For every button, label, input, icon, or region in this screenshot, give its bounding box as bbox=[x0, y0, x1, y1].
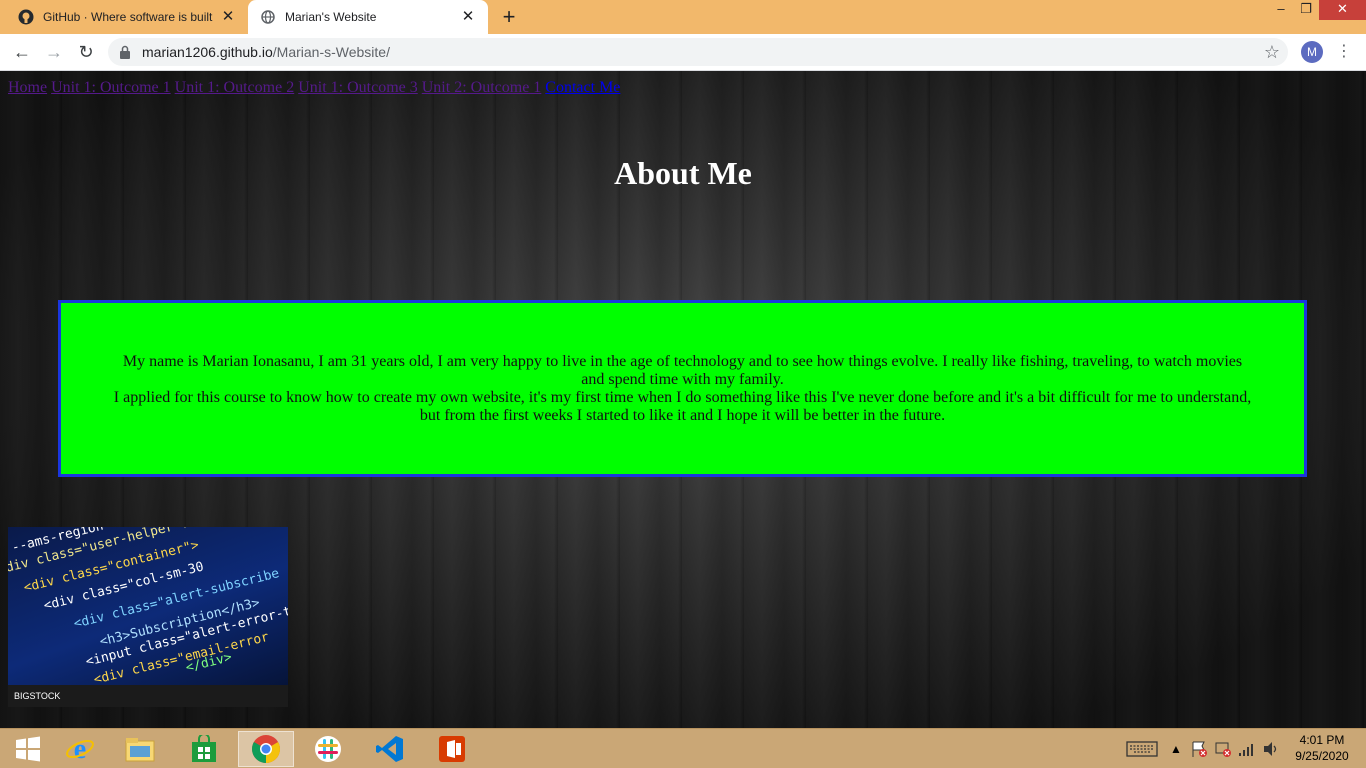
system-clock[interactable]: 4:01 PM 9/25/2020 bbox=[1284, 732, 1360, 764]
chrome-icon[interactable] bbox=[238, 731, 294, 767]
about-paragraph-1: My name is Marian Ionasanu, I am 31 year… bbox=[122, 352, 1243, 388]
github-icon bbox=[18, 9, 34, 25]
page-title: About Me bbox=[614, 155, 752, 191]
tab-github[interactable]: GitHub · Where software is built ✕ bbox=[8, 0, 246, 34]
clock-date: 9/25/2020 bbox=[1295, 749, 1349, 763]
keyboard-icon[interactable] bbox=[1126, 729, 1158, 768]
signal-icon[interactable] bbox=[1238, 729, 1256, 768]
svg-text:e: e bbox=[74, 734, 86, 764]
browser-menu-icon[interactable]: ⋮ bbox=[1336, 40, 1352, 64]
about-paragraph-2: I applied for this course to know how to… bbox=[113, 388, 1252, 424]
page-viewport: Home Unit 1: Outcome 1 Unit 1: Outcome 2… bbox=[0, 71, 1366, 728]
vscode-icon[interactable] bbox=[362, 731, 418, 767]
store-icon[interactable] bbox=[176, 731, 232, 767]
profile-avatar[interactable]: M bbox=[1301, 41, 1323, 63]
reload-button[interactable]: ↻ bbox=[74, 40, 98, 64]
close-window-button[interactable]: ✕ bbox=[1319, 0, 1366, 20]
tab-marians-website[interactable]: Marian's Website ✕ bbox=[248, 0, 488, 34]
about-text: My name is Marian Ionasanu, I am 31 year… bbox=[113, 353, 1253, 425]
browser-toolbar: ← → ↻ marian1206.github.io/Marian-s-Webs… bbox=[0, 34, 1366, 71]
clock-time: 4:01 PM bbox=[1299, 733, 1345, 747]
about-me-box: My name is Marian Ionasanu, I am 31 year… bbox=[58, 300, 1307, 477]
forward-button[interactable]: → bbox=[42, 40, 66, 64]
nav-link-unit1-outcome1[interactable]: Unit 1: Outcome 1 bbox=[51, 79, 171, 96]
lock-icon bbox=[120, 45, 130, 59]
windows-taskbar: e ▲ 4:01 PM 9/25/2020 bbox=[0, 728, 1366, 768]
network-status-icon[interactable] bbox=[1214, 729, 1232, 768]
close-tab-icon[interactable]: ✕ bbox=[220, 9, 236, 25]
close-tab-icon[interactable]: ✕ bbox=[460, 9, 476, 25]
internet-explorer-icon[interactable]: e bbox=[52, 731, 108, 767]
back-button[interactable]: ← bbox=[10, 40, 34, 64]
globe-icon bbox=[260, 9, 276, 25]
browser-tab-strip: GitHub · Where software is built ✕ Maria… bbox=[0, 0, 1366, 34]
new-tab-button[interactable]: + bbox=[497, 5, 521, 29]
code-screenshot-image: --ams-region-start 418--> div class="use… bbox=[8, 527, 288, 707]
tab-title: GitHub · Where software is built bbox=[43, 10, 213, 24]
volume-icon[interactable] bbox=[1262, 729, 1280, 768]
action-center-flag-icon[interactable] bbox=[1190, 729, 1208, 768]
minimize-button[interactable]: – bbox=[1267, 0, 1295, 20]
image-watermark: BIGSTOCK bbox=[8, 685, 288, 707]
tab-title: Marian's Website bbox=[285, 10, 377, 24]
bookmark-star-icon[interactable]: ☆ bbox=[1264, 41, 1280, 63]
office-icon[interactable] bbox=[424, 731, 480, 767]
windows-start-icon[interactable] bbox=[0, 731, 56, 767]
nav-link-unit1-outcome2[interactable]: Unit 1: Outcome 2 bbox=[175, 79, 295, 96]
show-hidden-icons-icon[interactable]: ▲ bbox=[1170, 729, 1182, 768]
address-bar[interactable]: marian1206.github.io/Marian-s-Website/ ☆ bbox=[108, 38, 1288, 66]
maximize-button[interactable]: ❐ bbox=[1292, 0, 1320, 20]
slack-icon[interactable] bbox=[300, 731, 356, 767]
nav-link-unit1-outcome3[interactable]: Unit 1: Outcome 3 bbox=[298, 79, 418, 96]
nav-link-unit2-outcome1[interactable]: Unit 2: Outcome 1 bbox=[422, 79, 542, 96]
file-explorer-icon[interactable] bbox=[112, 731, 168, 767]
site-navigation: Home Unit 1: Outcome 1 Unit 1: Outcome 2… bbox=[8, 79, 620, 97]
nav-link-contact-me[interactable]: Contact Me bbox=[545, 79, 620, 96]
url-text: marian1206.github.io/Marian-s-Website/ bbox=[142, 44, 390, 60]
nav-link-home[interactable]: Home bbox=[8, 79, 47, 96]
